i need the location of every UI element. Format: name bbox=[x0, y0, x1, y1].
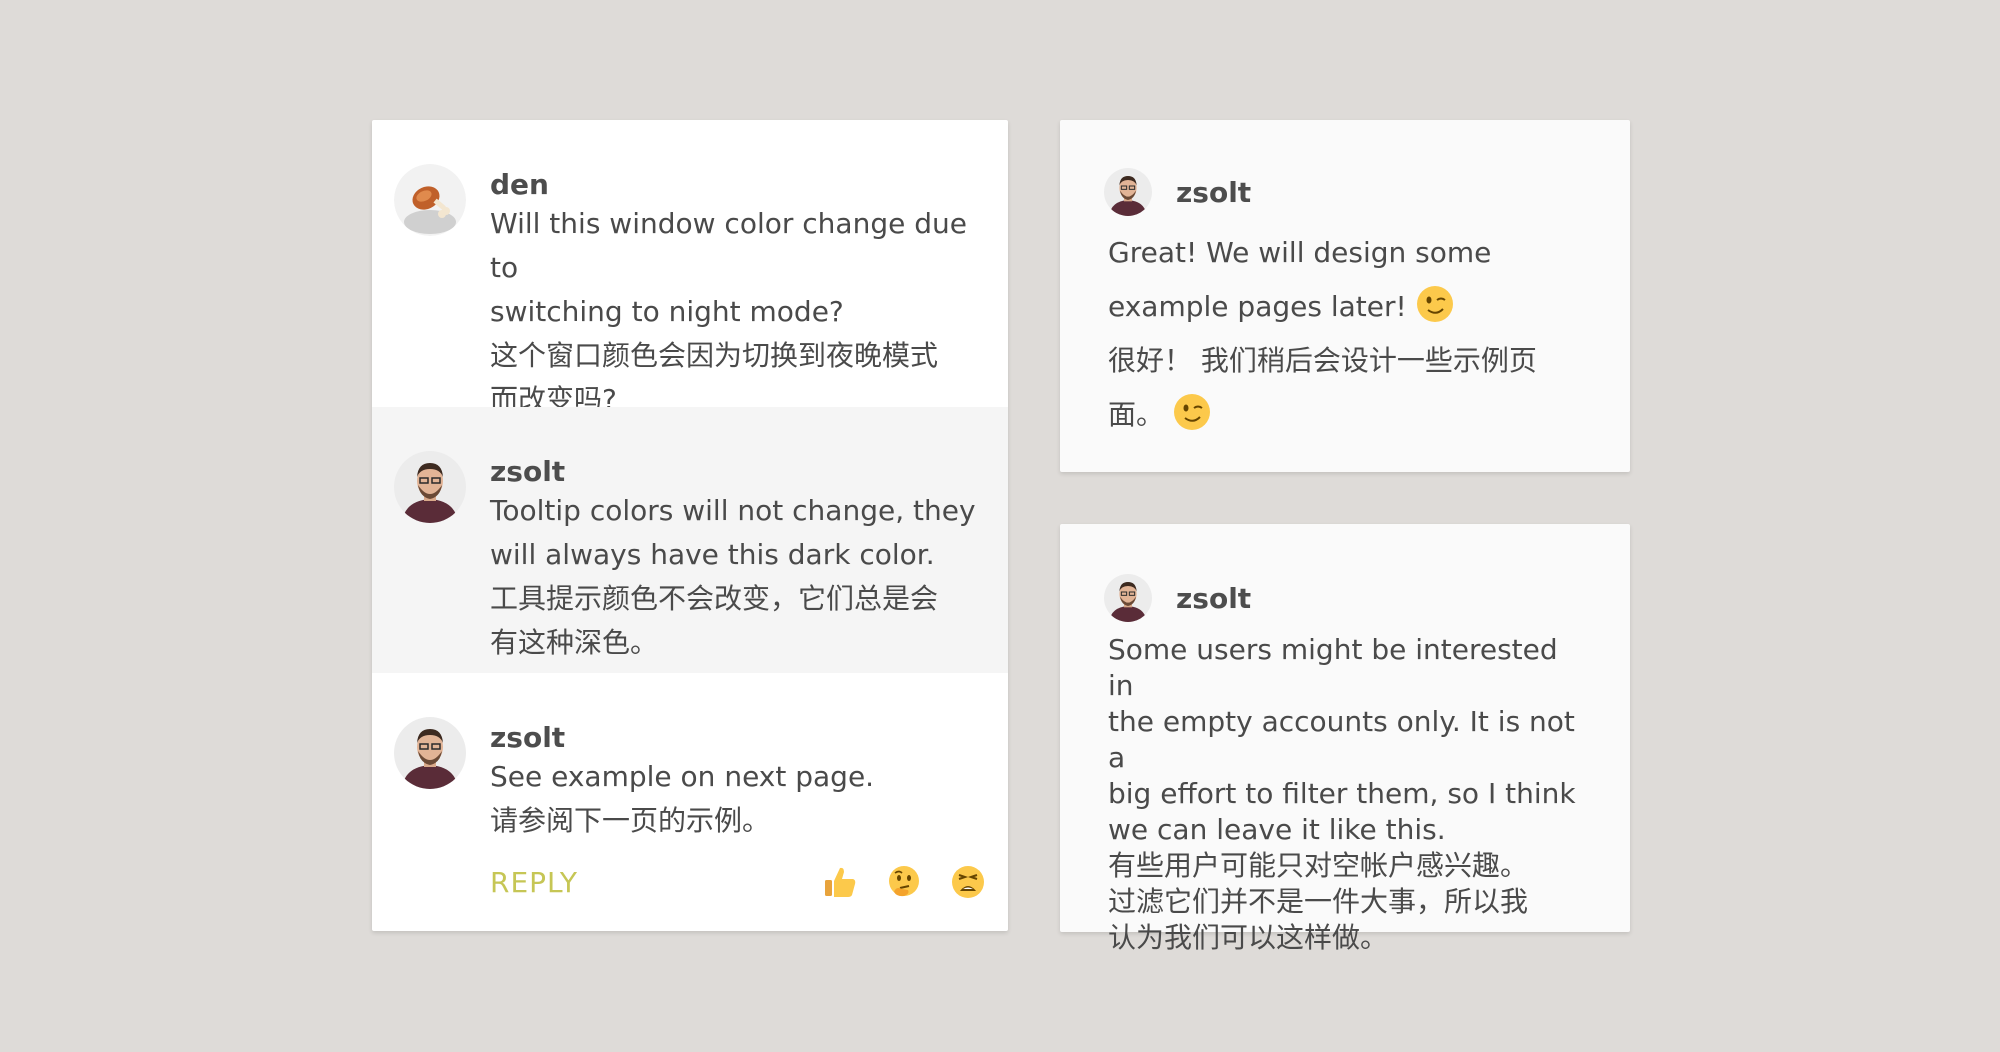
reply-button[interactable]: REPLY bbox=[490, 866, 578, 899]
comment-header: zsolt bbox=[1104, 168, 1251, 216]
comment-line: big effort to filter them, so I think bbox=[1108, 777, 1576, 810]
comment-line-text: example pages later! bbox=[1108, 290, 1407, 323]
avatar[interactable] bbox=[1104, 168, 1152, 216]
comment-line: Tooltip colors will not change, they bbox=[490, 494, 976, 527]
comment-line: the empty accounts only. It is not a bbox=[1108, 705, 1575, 774]
comment-line: 有这种深色。 bbox=[490, 626, 659, 659]
comment-line: Some users might be interested in bbox=[1108, 633, 1558, 702]
comment-card: zsolt Some users might be interested in … bbox=[1060, 524, 1630, 954]
comment-line: 这个窗口颜色会因为切换到夜晚模式 bbox=[490, 339, 939, 372]
comment-line: 工具提示颜色不会改变，它们总是会 bbox=[490, 582, 939, 615]
comment-line: switching to night mode? bbox=[490, 295, 844, 328]
person-icon bbox=[1104, 168, 1152, 216]
comment-author: zsolt bbox=[1176, 175, 1252, 209]
comment-item: den Will this window color change due to… bbox=[372, 120, 1008, 416]
comment-line: Great! We will design some bbox=[1108, 236, 1492, 269]
comment-text-zh: 工具提示颜色不会改变，它们总是会 有这种深色。 bbox=[490, 577, 978, 665]
comment-line: we can leave it like this. bbox=[1108, 813, 1446, 846]
comment-line: 面。 bbox=[1108, 388, 1590, 442]
avatar[interactable] bbox=[394, 164, 466, 236]
comment-line: Will this window color change due to bbox=[490, 207, 967, 284]
comment-item: zsolt Tooltip colors will not change, th… bbox=[372, 407, 1008, 673]
comment-text: Great! We will design some example pages… bbox=[1108, 226, 1590, 442]
comment-line-text: 面。 bbox=[1108, 398, 1165, 431]
comment-text-zh: 请参阅下一页的示例。 bbox=[490, 804, 771, 837]
comment-author: den bbox=[490, 168, 549, 201]
avatar[interactable] bbox=[394, 451, 466, 523]
comment-line: example pages later! bbox=[1108, 280, 1590, 334]
comment-author: zsolt bbox=[490, 455, 566, 488]
comment-card: zsolt Great! We will design some example… bbox=[1060, 120, 1630, 472]
meat-icon bbox=[394, 164, 466, 236]
winking-face-icon bbox=[1172, 392, 1212, 432]
avatar[interactable] bbox=[394, 717, 466, 789]
comment-text-en: Tooltip colors will not change, they wil… bbox=[490, 489, 978, 577]
comment-line: 很好！ 我们稍后会设计一些示例页 bbox=[1108, 344, 1537, 377]
comment-text-en: Will this window color change due to swi… bbox=[490, 202, 978, 334]
comment-thread-card: den Will this window color change due to… bbox=[372, 120, 1008, 931]
thumbs-up-icon[interactable] bbox=[822, 864, 858, 900]
comment-line: 认为我们可以这样做。 bbox=[1108, 921, 1389, 954]
comment-text: Some users might be interested in the em… bbox=[1108, 632, 1590, 956]
comment-author: zsolt bbox=[1176, 581, 1252, 615]
person-icon bbox=[394, 717, 466, 789]
comment-author: zsolt bbox=[490, 721, 566, 754]
person-icon bbox=[394, 451, 466, 523]
avatar[interactable] bbox=[1104, 574, 1152, 622]
person-icon bbox=[1104, 574, 1152, 622]
comment-text-en: See example on next page. bbox=[490, 760, 875, 793]
thinking-face-icon[interactable] bbox=[886, 864, 922, 900]
reaction-bar bbox=[822, 864, 986, 900]
comment-line: will always have this dark color. bbox=[490, 538, 935, 571]
comment-header: zsolt bbox=[1104, 574, 1251, 622]
thread-footer: REPLY bbox=[490, 860, 986, 904]
winking-face-icon bbox=[1415, 284, 1455, 324]
comment-line: 有些用户可能只对空帐户感兴趣。 bbox=[1108, 849, 1529, 882]
weary-face-icon[interactable] bbox=[950, 864, 986, 900]
comment-line: 过滤它们并不是一件大事，所以我 bbox=[1108, 885, 1529, 918]
